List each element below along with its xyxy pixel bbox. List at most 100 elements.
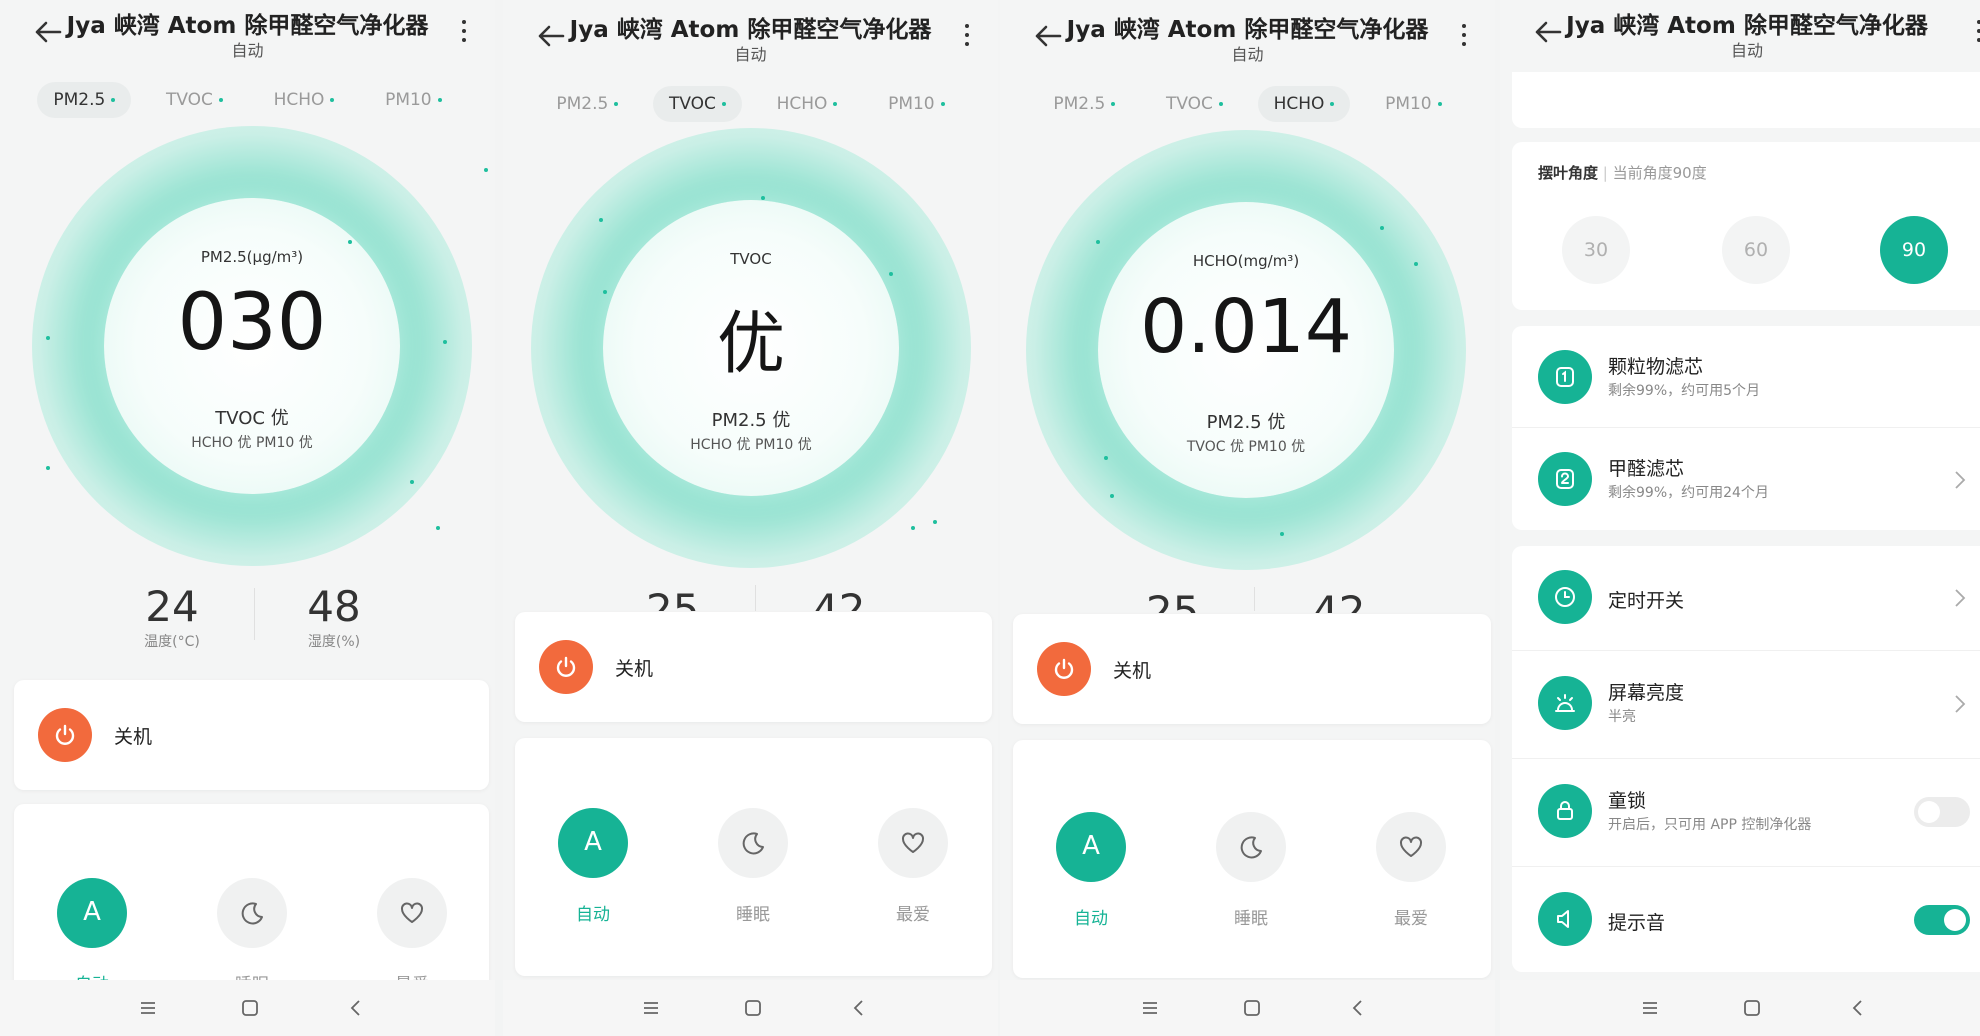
particle [348,240,352,244]
tab-pm25[interactable]: PM2.5 [1037,86,1131,122]
ring-tertiary: HCHO 优 PM10 优 [191,435,313,451]
power-button[interactable] [38,708,92,762]
page-title: Jya 峡湾 Atom 除甲醛空气净化器 [569,17,932,43]
brightness-desc: 半亮 [1608,709,1636,725]
back-nav-icon[interactable] [1848,998,1868,1018]
power-icon [55,724,75,745]
angle-option-30[interactable]: 30 [1562,216,1630,284]
particle [1280,532,1284,536]
page-subtitle: 自动 [231,41,264,60]
divider [1512,650,1980,651]
menu-icon[interactable] [138,998,158,1018]
menu-icon[interactable] [641,998,661,1018]
more-icon[interactable] [1976,20,1980,44]
power-card[interactable]: 关机 [14,680,489,790]
child-lock-row: 童锁 开启后，只可用 APP 控制净化器 [1512,760,1980,864]
particle [1104,456,1108,460]
page-subtitle: 自动 [734,45,767,64]
top-bar: Jya 峡湾 Atom 除甲醛空气净化器 自动 [1500,0,1980,72]
mode-favorite[interactable]: 最爱 [865,808,961,925]
ring-label: PM2.5(μg/m³) [200,248,304,266]
tab-tvoc[interactable]: TVOC [150,82,239,118]
clock-icon [1538,570,1592,624]
tab-pm25[interactable]: PM2.5 [37,82,132,118]
moon-icon [241,902,263,925]
tab-hcho[interactable]: HCHO [761,86,854,122]
tab-pm10[interactable]: PM10 [1369,86,1458,122]
tab-tvoc[interactable]: TVOC [652,86,742,122]
top-bar: Jya 峡湾 Atom 除甲醛空气净化器 自动 [503,4,998,76]
power-button[interactable] [1037,642,1091,696]
particle [911,526,915,530]
filter-particle-row[interactable]: 颗粒物滤芯 剩余99%，约可用5个月 [1512,326,1980,430]
ring-value: 030 [177,278,327,368]
brightness-title: 屏幕亮度 [1608,682,1685,704]
system-nav-bar [1500,980,1980,1036]
home-icon[interactable] [743,998,763,1018]
chevron-right-icon [1955,471,1966,489]
mode-sleep[interactable]: 睡眠 [705,808,801,925]
filter-2-icon [1538,452,1592,506]
mode-auto[interactable]: A 自动 [1043,812,1139,929]
home-icon[interactable] [1742,998,1762,1018]
mode-sleep[interactable]: 睡眠 [204,878,300,995]
mode-favorite[interactable]: 最爱 [364,878,460,995]
more-icon[interactable] [1461,24,1467,48]
home-icon[interactable] [1242,998,1262,1018]
filter-desc: 剩余99%，约可用24个月 [1608,485,1769,501]
mode-favorite[interactable]: 最爱 [1363,812,1459,929]
ring-tertiary: TVOC 优 PM10 优 [1186,439,1306,455]
tab-pm10[interactable]: PM10 [872,86,961,122]
particle [436,526,440,530]
particle [1096,240,1100,244]
more-icon[interactable] [964,24,970,48]
filter-formaldehyde-row[interactable]: 甲醛滤芯 剩余99%，约可用24个月 [1512,428,1980,532]
tab-pm10[interactable]: PM10 [369,82,458,118]
sound-toggle[interactable] [1914,905,1970,935]
particle [443,340,447,344]
sound-row: 提示音 [1512,868,1980,972]
tab-tvoc[interactable]: TVOC [1150,86,1239,122]
menu-icon[interactable] [1140,998,1160,1018]
power-card[interactable]: 关机 [1013,614,1491,724]
panel-hcho: Jya 峡湾 Atom 除甲醛空气净化器 自动 PM2.5 TVOC HCHO … [1000,0,1495,1036]
tab-pm25[interactable]: PM2.5 [540,86,634,122]
top-bar: Jya 峡湾 Atom 除甲醛空气净化器 自动 [1000,4,1495,76]
page-title: Jya 峡湾 Atom 除甲醛空气净化器 [66,13,429,39]
heart-icon [401,902,423,923]
system-nav-bar [1000,980,1495,1036]
power-label: 关机 [114,726,153,748]
mode-auto[interactable]: A 自动 [545,808,641,925]
tab-hcho[interactable]: HCHO [1257,86,1351,122]
mode-sleep[interactable]: 睡眠 [1203,812,1299,929]
divider [1512,866,1980,867]
angle-option-90[interactable]: 90 [1880,216,1948,284]
back-nav-icon[interactable] [346,998,366,1018]
speaker-icon [1538,892,1592,946]
auto-icon: A [584,827,602,857]
back-nav-icon[interactable] [1348,998,1368,1018]
child-lock-toggle[interactable] [1914,797,1970,827]
page-title: Jya 峡湾 Atom 除甲醛空气净化器 [1566,13,1928,39]
air-quality-ring: TVOC 优 PM2.5 优 HCHO 优 PM10 优 [603,200,899,496]
top-bar: Jya 峡湾 Atom 除甲醛空气净化器 自动 [0,0,495,72]
pollutant-tabs: PM2.5 TVOC HCHO PM10 [1028,86,1467,122]
moon-icon [1240,836,1262,859]
child-lock-desc: 开启后，只可用 APP 控制净化器 [1608,817,1812,833]
tab-hcho[interactable]: HCHO [258,82,351,118]
timer-title: 定时开关 [1608,590,1685,612]
mode-auto[interactable]: A 自动 [44,878,140,995]
more-icon[interactable] [461,20,467,44]
stat-divider [254,588,255,640]
brightness-row[interactable]: 屏幕亮度 半亮 [1512,652,1980,756]
power-button[interactable] [539,640,593,694]
filter-desc: 剩余99%，约可用5个月 [1608,383,1761,399]
power-label: 关机 [1113,660,1152,682]
particle [1414,262,1418,266]
back-nav-icon[interactable] [849,998,869,1018]
power-card[interactable]: 关机 [515,612,992,722]
angle-option-60[interactable]: 60 [1722,216,1790,284]
menu-icon[interactable] [1640,998,1660,1018]
timer-row[interactable]: 定时开关 [1512,546,1980,650]
home-icon[interactable] [240,998,260,1018]
